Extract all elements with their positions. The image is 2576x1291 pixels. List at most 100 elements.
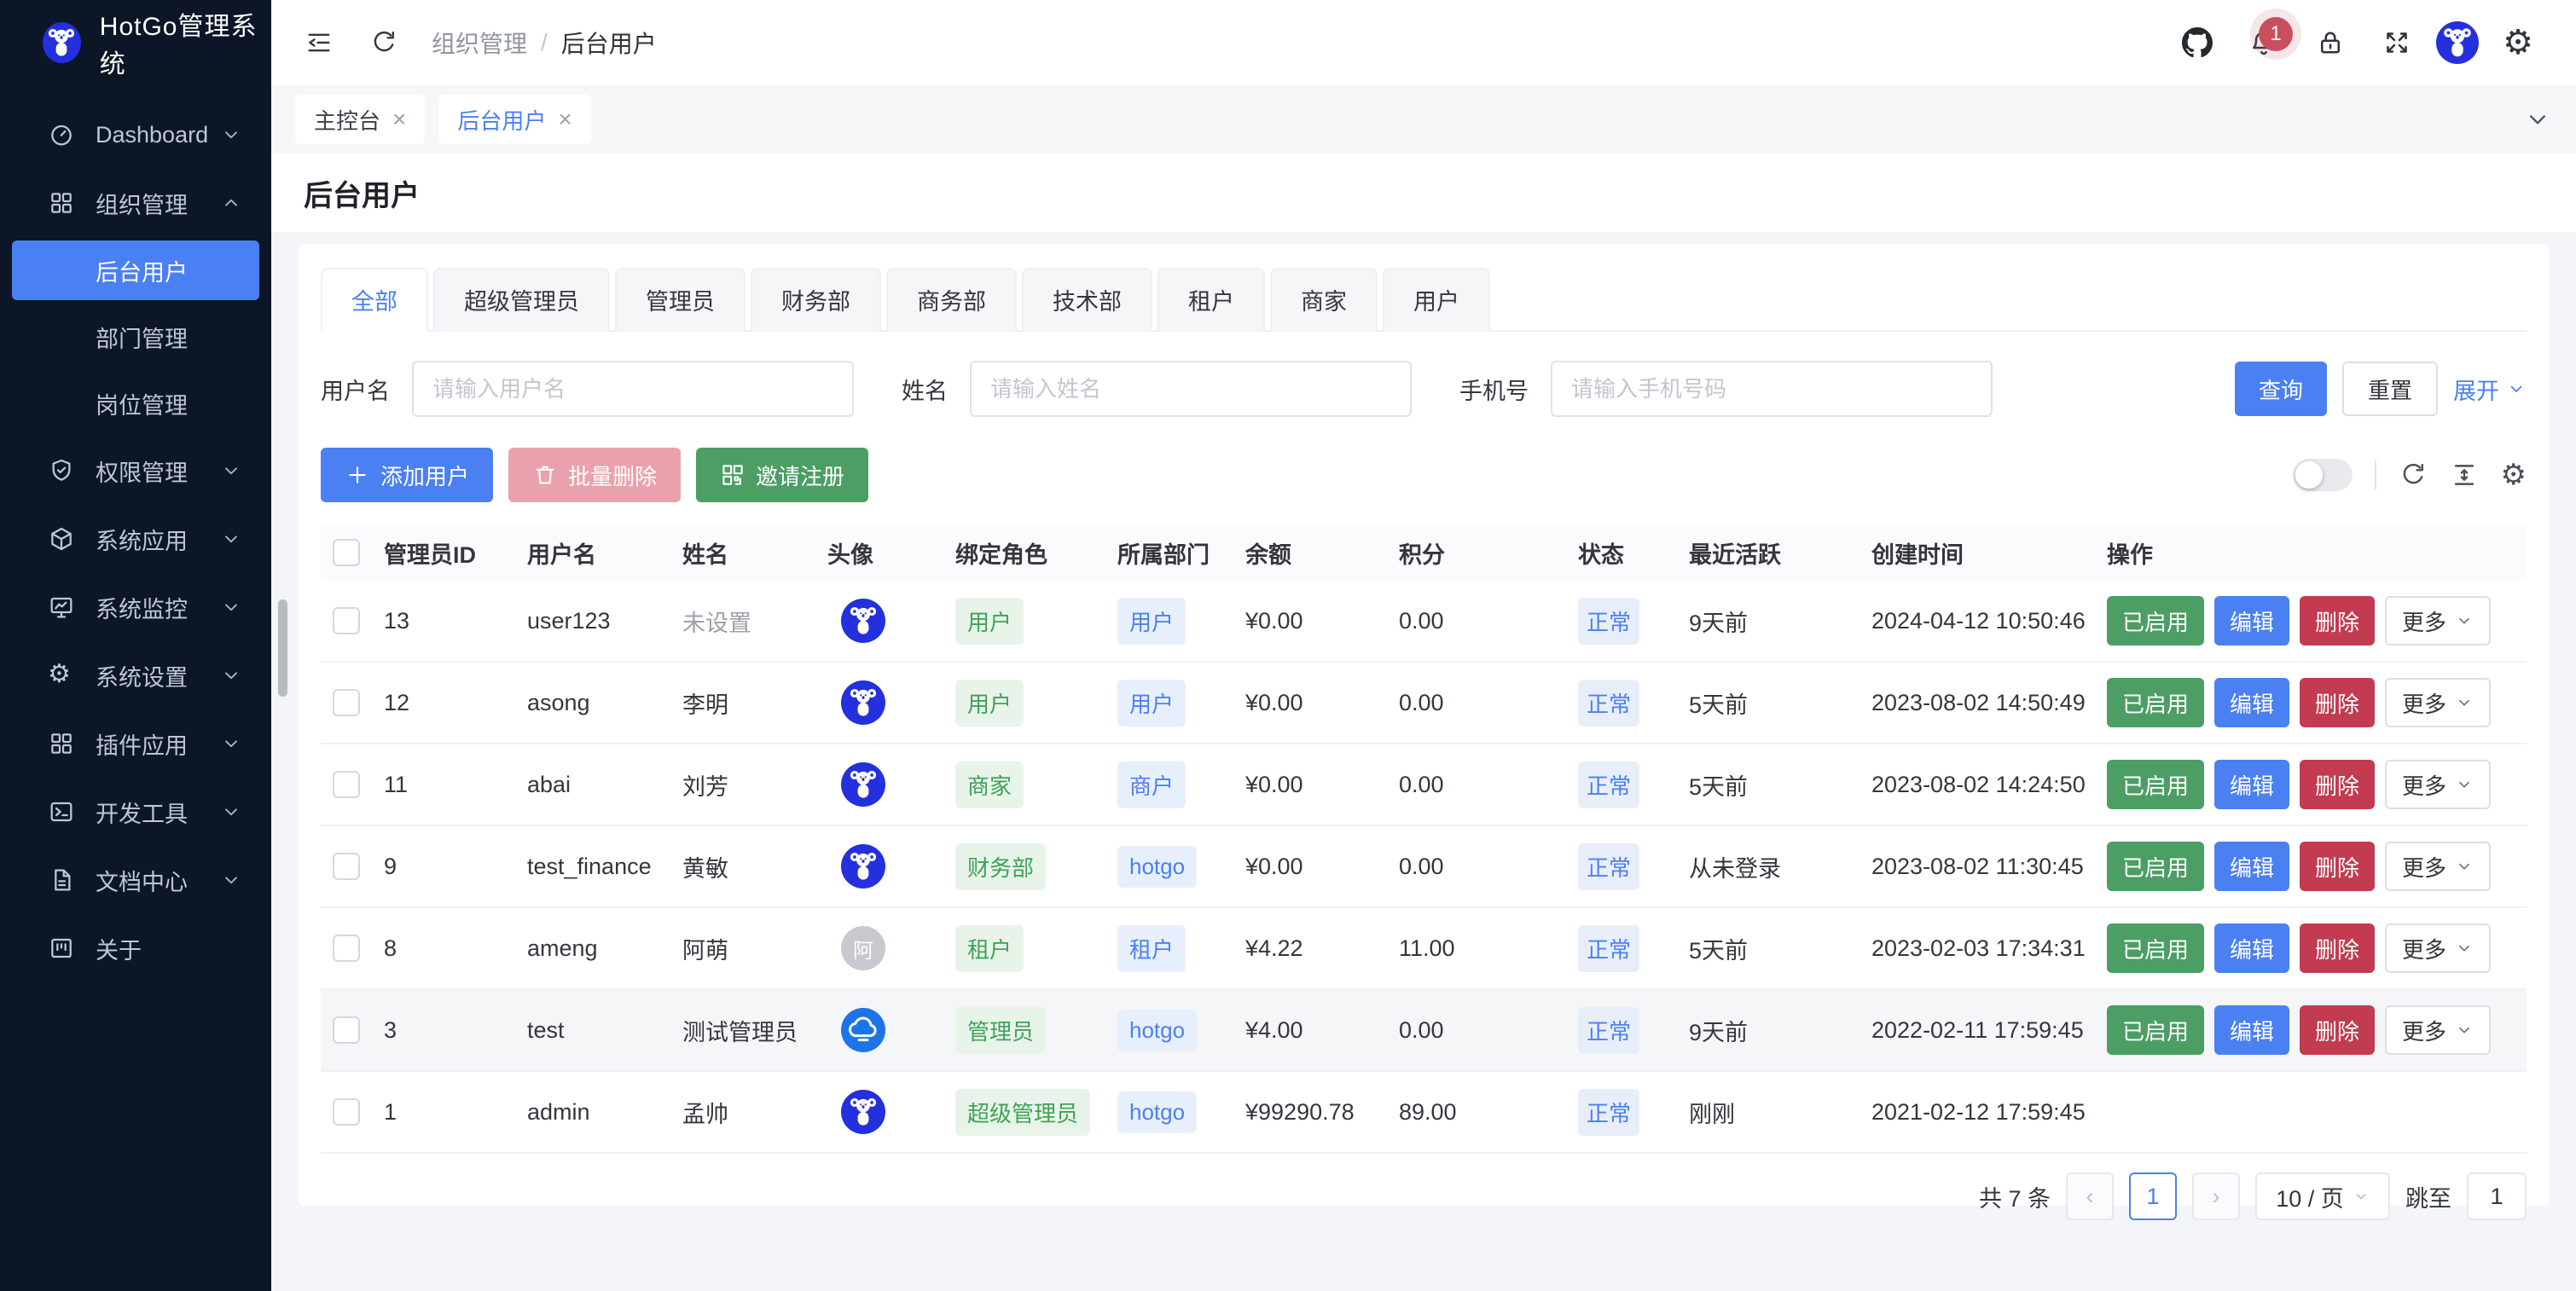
sidebar-item-system-monitor[interactable]: 系统监控 [0,573,271,641]
github-button[interactable] [2170,15,2225,70]
refresh-table-icon[interactable] [2399,460,2428,489]
tab-options-chevron-icon[interactable] [2523,105,2552,134]
enabled-button[interactable]: 已启用 [2107,923,2204,973]
delete-button[interactable]: 删除 [2300,1005,2375,1055]
reload-button[interactable] [367,26,401,60]
edit-button[interactable]: 编辑 [2214,842,2289,891]
jump-page-input[interactable] [2467,1172,2527,1220]
koala-avatar[interactable] [841,844,885,889]
more-button[interactable]: 更多 [2385,760,2491,809]
scrollbar-thumb[interactable] [278,599,287,697]
sidebar-item-system-apps[interactable]: 系统应用 [0,505,271,573]
filter-tab[interactable]: 财务部 [751,268,881,332]
row-height-icon[interactable] [2450,460,2479,489]
edit-button[interactable]: 编辑 [2214,760,2289,809]
sidebar-item-system-settings[interactable]: ⚙ 系统设置 [0,641,271,709]
more-button[interactable]: 更多 [2385,842,2491,891]
chevron-down-icon [2506,379,2527,399]
edit-button[interactable]: 编辑 [2214,678,2289,727]
sidebar-item-plugins[interactable]: 插件应用 [0,709,271,778]
more-button[interactable]: 更多 [2385,596,2491,646]
settings-button[interactable]: ⚙ [2491,15,2545,70]
close-icon[interactable]: × [558,106,571,133]
expand-link[interactable]: 展开 [2453,373,2527,406]
row-checkbox[interactable] [333,935,360,962]
lock-screen-button[interactable] [2303,15,2358,70]
breadcrumb-parent[interactable]: 组织管理 [432,26,527,60]
more-button[interactable]: 更多 [2385,1005,2491,1055]
enabled-button[interactable]: 已启用 [2107,842,2204,891]
more-button[interactable]: 更多 [2385,678,2491,727]
edit-button[interactable]: 编辑 [2214,596,2289,646]
sidebar-item-organization[interactable]: 组织管理 [0,169,271,237]
user-avatar[interactable] [2436,21,2479,64]
filter-tab[interactable]: 全部 [321,268,428,332]
delete-button[interactable]: 删除 [2300,760,2375,809]
search-input[interactable] [970,361,1412,417]
row-checkbox[interactable] [333,771,360,798]
filter-tab[interactable]: 商务部 [886,268,1017,332]
filter-tab[interactable]: 商家 [1270,268,1378,332]
sidebar-item-about[interactable]: 关于 [0,914,271,982]
close-icon[interactable]: × [392,106,406,133]
enabled-button[interactable]: 已启用 [2107,596,2204,646]
batch-delete-button[interactable]: 批量删除 [508,448,681,502]
koala-avatar[interactable] [841,599,885,643]
row-checkbox[interactable] [333,853,360,880]
sidebar-item-positions[interactable]: 岗位管理 [0,370,271,437]
delete-button[interactable]: 删除 [2300,678,2375,727]
current-page-button[interactable]: 1 [2129,1172,2177,1220]
koala-avatar[interactable] [841,762,885,807]
edit-button[interactable]: 编辑 [2214,923,2289,973]
search-input[interactable] [1551,361,1993,417]
sidebar-item-dev-tools[interactable]: 开发工具 [0,778,271,846]
notifications-button[interactable]: 1 [2237,15,2291,70]
search-input[interactable] [412,361,854,417]
edit-button[interactable]: 编辑 [2214,1005,2289,1055]
next-page-button[interactable]: › [2192,1172,2240,1220]
cloud-avatar[interactable] [841,1008,885,1052]
sidebar-item-permissions[interactable]: 权限管理 [0,437,271,505]
sidebar-item-departments[interactable]: 部门管理 [0,304,271,370]
sidebar-item-dashboard[interactable]: Dashboard [0,101,271,169]
invite-register-button[interactable]: 邀请注册 [696,448,868,502]
delete-button[interactable]: 删除 [2300,923,2375,973]
delete-button[interactable]: 删除 [2300,842,2375,891]
row-checkbox[interactable] [333,1016,360,1044]
delete-button[interactable]: 删除 [2300,596,2375,646]
reset-button[interactable]: 重置 [2342,362,2438,416]
text-avatar[interactable]: 阿 [841,926,885,970]
row-checkbox[interactable] [333,689,360,716]
filter-tab[interactable]: 超级管理员 [433,268,610,332]
sidebar-item-backend-users[interactable]: 后台用户 [12,240,259,300]
filter-tab[interactable]: 技术部 [1022,268,1152,332]
select-all-checkbox[interactable] [333,539,360,566]
query-button[interactable]: 查询 [2235,362,2327,416]
app-logo-row[interactable]: HotGo管理系统 [0,0,271,85]
enabled-button[interactable]: 已启用 [2107,1005,2204,1055]
filter-tab[interactable]: 管理员 [615,268,746,332]
koala-avatar[interactable] [841,680,885,725]
fullscreen-button[interactable] [2370,15,2424,70]
row-checkbox[interactable] [333,607,360,634]
koala-avatar[interactable] [841,1090,885,1134]
prev-page-button[interactable]: ‹ [2066,1172,2114,1220]
page-tab[interactable]: 后台用户 × [438,95,590,144]
add-user-button[interactable]: 添加用户 [321,448,493,502]
enabled-button[interactable]: 已启用 [2107,678,2204,727]
page-tab[interactable]: 主控台 × [295,95,425,144]
enabled-button[interactable]: 已启用 [2107,760,2204,809]
filter-tab[interactable]: 用户 [1383,268,1490,332]
column-settings-icon[interactable]: ⚙ [2501,460,2527,489]
cell-actions: 已启用 编辑 删除 更多 [2100,923,2527,973]
collapse-sidebar-button[interactable] [302,26,336,60]
page-size-select[interactable]: 10 / 页 [2255,1172,2390,1220]
striped-toggle[interactable] [2293,459,2353,491]
cell-points: 0.00 [1392,608,1571,634]
sidebar-item-docs[interactable]: 文档中心 [0,846,271,914]
row-checkbox[interactable] [333,1098,360,1126]
more-button[interactable]: 更多 [2385,923,2491,973]
shield-check-icon [48,457,75,484]
filter-tab[interactable]: 租户 [1157,268,1265,332]
cell-balance: ¥4.22 [1239,935,1392,962]
